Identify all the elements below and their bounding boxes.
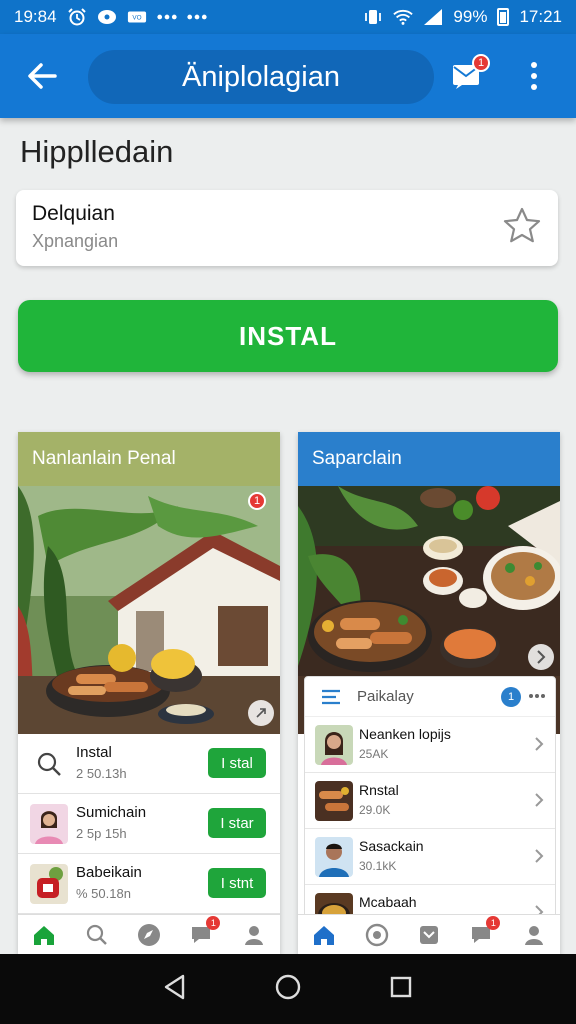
menu-icon[interactable] bbox=[321, 689, 341, 710]
list-item[interactable]: Rnstal 29.0K bbox=[305, 773, 555, 829]
list-item-title: Mcabaah bbox=[359, 894, 417, 910]
list-item-title: Babeikain bbox=[76, 864, 142, 881]
more-dots-icon bbox=[156, 8, 177, 26]
wifi-icon bbox=[393, 8, 414, 26]
recents-square-icon[interactable] bbox=[389, 975, 413, 1004]
star-icon[interactable] bbox=[502, 206, 542, 246]
info-card-subtitle: Xpnangian bbox=[32, 231, 119, 251]
sub-card-badge: 1 bbox=[501, 687, 521, 707]
install-row-button[interactable]: I stnt bbox=[208, 868, 266, 898]
more-icon[interactable] bbox=[529, 686, 545, 704]
food-thumbnail bbox=[315, 781, 353, 821]
chat-bubble-icon bbox=[97, 8, 117, 26]
app-bar: Äniplolagian 1 bbox=[0, 34, 576, 118]
search-icon[interactable] bbox=[84, 922, 110, 948]
avatar bbox=[315, 837, 353, 877]
back-triangle-icon[interactable] bbox=[163, 974, 187, 1005]
list-item[interactable]: Babeikain % 50.18n I stnt bbox=[18, 854, 280, 914]
list-item-meta: 30.1kK bbox=[359, 859, 397, 873]
status-time-right: 17:21 bbox=[519, 7, 562, 26]
avatar bbox=[315, 725, 353, 765]
list-item-meta: % 50.18n bbox=[76, 886, 131, 901]
list-item[interactable]: Sasackain 30.1kK bbox=[305, 829, 555, 885]
status-bar: 19:84 VO 99% 17:21 bbox=[0, 0, 576, 34]
chevron-right-icon bbox=[535, 849, 544, 863]
right-bottom-nav: 1 bbox=[298, 914, 560, 954]
discover-icon[interactable] bbox=[364, 922, 390, 948]
battery-icon bbox=[497, 8, 510, 26]
left-bottom-nav: 1 bbox=[18, 914, 280, 954]
svg-text:VO: VO bbox=[132, 15, 141, 22]
chat-icon[interactable]: 1 bbox=[188, 915, 221, 948]
chat-badge: 1 bbox=[206, 915, 221, 930]
list-item-title: Sumichain bbox=[76, 804, 147, 821]
expand-icon[interactable] bbox=[248, 700, 274, 726]
signal-icon bbox=[423, 8, 443, 26]
install-row-button[interactable]: I star bbox=[208, 808, 266, 838]
tropical-food-photo[interactable]: 1 bbox=[18, 486, 280, 734]
search-icon bbox=[30, 744, 68, 784]
left-panel: Nanlanlain Penal 1 Instal 2 50.13h I sta… bbox=[18, 432, 280, 954]
more-dots-icon bbox=[186, 8, 207, 26]
list-item-meta: 29.0K bbox=[359, 803, 391, 817]
list-item-title: Rnstal bbox=[359, 782, 399, 798]
list-item[interactable]: Instal 2 50.13h I stal bbox=[18, 734, 280, 794]
alarm-icon bbox=[67, 8, 87, 26]
app-icon bbox=[30, 864, 68, 904]
list-item[interactable]: Neanken lopijs 25AK bbox=[305, 717, 555, 773]
chevron-right-icon bbox=[535, 737, 544, 751]
back-arrow-icon[interactable] bbox=[22, 58, 62, 94]
home-circle-icon[interactable] bbox=[274, 973, 302, 1006]
list-item-title: Neanken lopijs bbox=[359, 726, 451, 742]
chat-badge: 1 bbox=[486, 915, 501, 930]
status-time-left: 19:84 bbox=[14, 7, 57, 26]
list-item-meta: 25AK bbox=[359, 747, 389, 761]
chevron-right-icon bbox=[535, 793, 544, 807]
list-item-meta: 2 50.13h bbox=[76, 766, 127, 781]
info-card[interactable]: Delquian Xpnangian bbox=[16, 190, 558, 266]
list-item[interactable]: Sumichain 2 5p 15h I star bbox=[18, 794, 280, 854]
system-navigation-bar bbox=[0, 954, 576, 1024]
sub-card-header: Paikalay 1 bbox=[305, 677, 555, 717]
home-icon[interactable] bbox=[31, 922, 57, 948]
right-panel: Saparclain Paikalay 1 Neanken lopijs 25A… bbox=[298, 432, 560, 954]
list-item-title: Sasackain bbox=[359, 838, 424, 854]
sub-card: Paikalay 1 Neanken lopijs 25AK Rnstal 29… bbox=[304, 676, 556, 954]
info-card-title: Delquian bbox=[32, 202, 115, 225]
video-icon: VO bbox=[127, 8, 147, 26]
explore-icon[interactable] bbox=[136, 922, 162, 948]
sub-card-title: Paikalay bbox=[357, 688, 414, 705]
list-item-meta: 2 5p 15h bbox=[76, 826, 127, 841]
left-panel-title: Nanlanlain Penal bbox=[18, 432, 280, 486]
profile-icon[interactable] bbox=[521, 922, 547, 948]
vibrate-icon bbox=[363, 8, 383, 26]
install-button[interactable]: INSTAL bbox=[18, 300, 558, 372]
page-title: Hipplledain bbox=[20, 134, 174, 169]
battery-percent: 99% bbox=[453, 7, 488, 26]
avatar bbox=[30, 804, 68, 844]
mail-badge: 1 bbox=[472, 54, 490, 72]
home-icon[interactable] bbox=[311, 922, 337, 948]
photo-badge: 1 bbox=[248, 492, 266, 510]
profile-icon[interactable] bbox=[241, 922, 267, 948]
install-row-button[interactable]: I stal bbox=[208, 748, 266, 778]
next-arrow-icon[interactable] bbox=[528, 644, 554, 670]
right-panel-title: Saparclain bbox=[298, 432, 560, 486]
list-item-title: Instal bbox=[76, 744, 112, 761]
overflow-menu-icon[interactable] bbox=[520, 58, 548, 94]
chat-icon[interactable]: 1 bbox=[468, 915, 501, 948]
app-title[interactable]: Äniplolagian bbox=[88, 50, 434, 104]
mail-button[interactable]: 1 bbox=[450, 54, 490, 94]
inbox-icon[interactable] bbox=[416, 922, 442, 948]
